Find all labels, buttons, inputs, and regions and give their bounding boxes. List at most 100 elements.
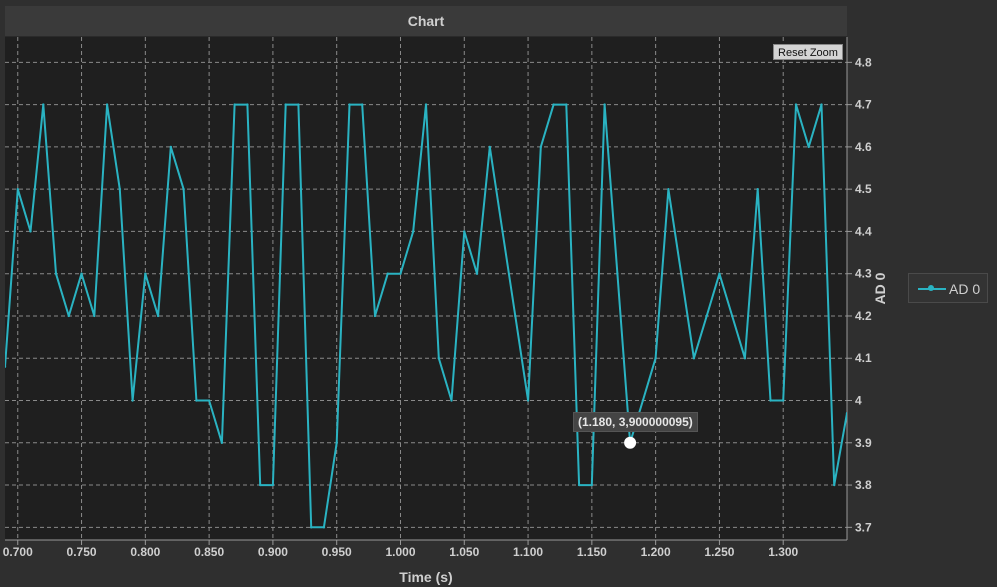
data-point (67, 314, 70, 318)
data-point (42, 103, 45, 106)
data-point (756, 187, 759, 191)
x-tick-label: 1.000 (385, 545, 415, 559)
data-point (577, 483, 581, 487)
data-point (565, 103, 568, 106)
x-tick-label: 0.800 (130, 545, 160, 559)
y-tick-label: 4 (855, 394, 862, 408)
data-point (207, 399, 211, 402)
data-point (794, 103, 798, 106)
data-point (820, 103, 823, 106)
data-point (258, 483, 262, 487)
data-point (463, 230, 466, 233)
data-point (335, 441, 338, 444)
data-point (692, 357, 696, 360)
data-point (118, 187, 122, 191)
data-point (144, 272, 147, 275)
y-tick-label: 4.2 (855, 309, 872, 323)
data-point (475, 272, 479, 275)
data-point (182, 187, 185, 191)
x-tick-label: 1.150 (577, 545, 607, 559)
y-tick-label: 3.9 (855, 436, 872, 450)
data-point (309, 526, 313, 529)
data-point (590, 483, 594, 487)
x-tick-label: 0.750 (67, 545, 97, 559)
y-tick-label: 4.8 (855, 55, 872, 69)
data-point (80, 272, 83, 275)
data-point (603, 103, 606, 106)
x-tick-label: 1.050 (449, 545, 479, 559)
data-point (450, 399, 453, 402)
chart-canvas[interactable]: 3.7 3.8 3.9 4 4.1 4.2 4.3 4.4 4.5 4.6 4.7 4.8 0.700 0… (0, 0, 997, 587)
data-point (667, 187, 670, 191)
chart-title: Chart (407, 13, 445, 29)
data-point (743, 357, 747, 360)
x-tick-label: 0.850 (194, 545, 224, 559)
y-tick-label: 3.8 (855, 478, 872, 492)
data-point (131, 399, 134, 402)
x-tick-label: 1.200 (641, 545, 671, 559)
data-point (526, 399, 530, 402)
x-tick-label: 0.950 (322, 545, 352, 559)
x-tick-label: 0.700 (3, 545, 33, 559)
data-point (718, 272, 721, 275)
data-point (195, 399, 198, 402)
x-tick-label: 1.300 (768, 545, 798, 559)
data-point (93, 314, 96, 318)
data-point (679, 272, 683, 275)
data-point (54, 272, 58, 275)
data-point (105, 103, 109, 106)
reset-zoom-button[interactable]: Reset Zoom (773, 44, 843, 60)
data-point (29, 230, 32, 233)
legend[interactable]: AD 0 (908, 273, 988, 303)
data-point (424, 103, 428, 106)
data-point (807, 145, 810, 149)
data-point (233, 103, 236, 106)
legend-label-ad0: AD 0 (949, 281, 981, 297)
data-point (782, 399, 785, 402)
y-axis-title: AD 0 (872, 272, 888, 304)
x-tick-label: 0.900 (258, 545, 288, 559)
data-point (412, 230, 415, 233)
data-point (539, 145, 543, 149)
data-point (845, 411, 847, 415)
x-tick-label: 1.100 (513, 545, 543, 559)
data-point (501, 230, 504, 233)
data-point (399, 272, 402, 275)
data-point (769, 399, 772, 402)
highlighted-point (624, 436, 637, 449)
data-point (5, 365, 7, 368)
data-point (361, 103, 364, 106)
y-tick-label: 4.4 (855, 224, 872, 238)
data-point (16, 187, 19, 191)
data-point (297, 103, 300, 106)
data-point (641, 399, 645, 402)
point-tooltip: (1.180, 3,900000095) (573, 412, 698, 432)
data-point (284, 103, 287, 106)
data-point (220, 441, 224, 444)
data-point (386, 272, 389, 275)
y-tick-label: 3.7 (855, 520, 872, 534)
data-point (373, 314, 377, 318)
legend-marker-icon (928, 285, 934, 291)
data-point (705, 314, 708, 318)
data-point (616, 272, 619, 275)
data-point (169, 145, 173, 149)
y-tick-label: 4.5 (855, 182, 872, 196)
data-point (156, 314, 160, 318)
data-point (514, 314, 517, 318)
data-point (654, 357, 657, 360)
data-point (322, 526, 326, 529)
data-point (552, 103, 555, 106)
chart-title-bar: Chart (5, 6, 847, 37)
data-point (488, 145, 491, 149)
data-point (437, 357, 440, 360)
data-point (246, 103, 249, 106)
x-axis-title: Time (s) (399, 569, 452, 585)
data-point (271, 483, 275, 487)
y-tick-label: 4.3 (855, 267, 872, 281)
data-point (730, 314, 734, 318)
y-tick-label: 4.6 (855, 140, 872, 154)
data-point (833, 483, 836, 487)
y-tick-label: 4.1 (855, 351, 872, 365)
data-point (348, 103, 351, 106)
